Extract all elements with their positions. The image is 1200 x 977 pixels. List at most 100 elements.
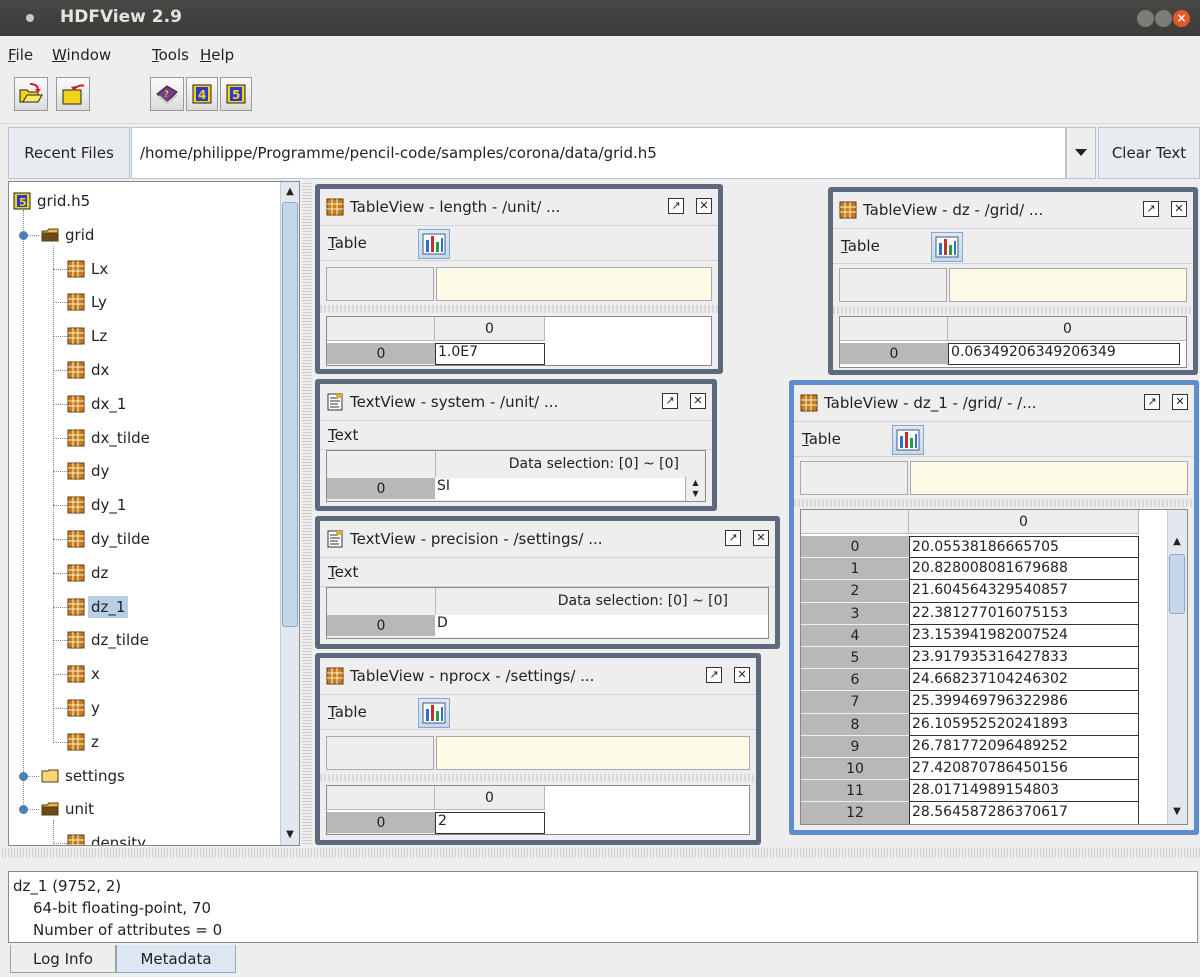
cell-value-field[interactable] xyxy=(436,736,750,770)
cell-value-field[interactable] xyxy=(436,267,712,301)
menu-tools[interactable]: Tools xyxy=(152,46,189,64)
tree-item-dz-1[interactable]: dz_1 xyxy=(67,592,129,622)
tableview-nprocx-window[interactable]: TableView - nprocx - /settings/ ... ↗ ✕ T… xyxy=(315,653,761,845)
close-frame-icon[interactable]: ✕ xyxy=(696,198,712,214)
tableview-dz1-window[interactable]: TableView - dz_1 - /grid/ - /... ↗ ✕ Tabl… xyxy=(789,380,1199,835)
recent-files-button[interactable]: Recent Files xyxy=(8,127,130,179)
scroll-down-icon[interactable]: ▼ xyxy=(282,827,298,843)
close-frame-icon[interactable]: ✕ xyxy=(1171,201,1187,217)
tree-item-lx[interactable]: Lx xyxy=(67,254,111,284)
frame-title-bar[interactable]: TextView - system - /unit/ ... ↗ ✕ xyxy=(320,384,712,420)
app-menu-dot-icon[interactable] xyxy=(26,14,34,22)
menu-table[interactable]: Table xyxy=(328,234,367,252)
split-pane-divider[interactable] xyxy=(302,181,312,846)
frame-title-bar[interactable]: TableView - nprocx - /settings/ ... ↗ ✕ xyxy=(320,658,756,694)
tree-item-grid[interactable]: grid xyxy=(41,220,97,250)
frame-title-bar[interactable]: TableView - dz - /grid/ ... ↗ ✕ xyxy=(833,192,1193,228)
tree-item-z[interactable]: z xyxy=(67,727,102,757)
table-cell[interactable]: 22.381277016075153 xyxy=(909,602,1139,625)
chart-icon[interactable] xyxy=(931,232,963,262)
tree-root[interactable]: 5 grid.h5 xyxy=(13,186,93,216)
open-file-button[interactable] xyxy=(14,77,48,111)
close-window-button[interactable]: × xyxy=(1173,10,1190,27)
tree-item-y[interactable]: y xyxy=(67,693,103,723)
table-cell[interactable]: 27.420870786450156 xyxy=(909,758,1139,781)
textview-system-window[interactable]: TextView - system - /unit/ ... ↗ ✕ Text D… xyxy=(315,379,717,511)
maximize-frame-icon[interactable]: ↗ xyxy=(1143,201,1159,217)
menu-help[interactable]: Help xyxy=(200,46,234,64)
textview-precision-window[interactable]: TextView - precision - /settings/ ... ↗ ✕… xyxy=(315,516,780,649)
tree-item-dx-1[interactable]: dx_1 xyxy=(67,389,129,419)
frame-title-bar[interactable]: TextView - precision - /settings/ ... ↗ ✕ xyxy=(320,521,775,557)
tree-item-dy[interactable]: dy xyxy=(67,456,112,486)
spinner-icon[interactable]: ▲ ▼ xyxy=(685,477,705,501)
clear-text-button[interactable]: Clear Text xyxy=(1098,127,1200,179)
cell-value-field[interactable] xyxy=(949,268,1187,302)
table-cell[interactable]: 26.781772096489252 xyxy=(909,735,1139,758)
close-frame-icon[interactable]: ✕ xyxy=(734,667,750,683)
menu-window[interactable]: Window xyxy=(52,46,111,64)
data-table[interactable]: 0 0 2 xyxy=(326,785,750,835)
tree-item-x[interactable]: x xyxy=(67,659,103,689)
menu-file[interactable]: File xyxy=(8,46,33,64)
menu-table[interactable]: Table xyxy=(802,430,841,448)
maximize-frame-icon[interactable]: ↗ xyxy=(725,530,741,546)
tab-log-info[interactable]: Log Info xyxy=(10,945,116,973)
tree-item-lz[interactable]: Lz xyxy=(67,321,110,351)
file-tree[interactable]: 5 grid.h5 grid Lx Ly Lz dx dx_1 dx_tilde dy dy_1 dy… xyxy=(8,181,300,846)
maximize-frame-icon[interactable]: ↗ xyxy=(662,393,678,409)
tree-item-unit[interactable]: unit xyxy=(41,794,97,824)
text-cell[interactable]: D xyxy=(435,615,768,637)
maximize-button[interactable] xyxy=(1155,10,1172,27)
table-cell[interactable]: 21.604564329540857 xyxy=(909,580,1139,603)
tree-item-settings[interactable]: settings xyxy=(41,761,128,791)
file-path-combo[interactable]: /home/philippe/Programme/pencil-code/sam… xyxy=(131,127,1066,179)
tree-scroll-thumb[interactable] xyxy=(282,202,298,627)
table-cell[interactable]: 20.828008081679688 xyxy=(909,558,1139,581)
hdf4-library-button[interactable]: 4 xyxy=(186,77,218,111)
cell-value-field[interactable] xyxy=(910,461,1188,495)
tree-item-dz[interactable]: dz xyxy=(67,558,111,588)
data-table[interactable]: 0 0 1.0E7 xyxy=(326,316,712,366)
close-frame-icon[interactable]: ✕ xyxy=(1172,394,1188,410)
maximize-frame-icon[interactable]: ↗ xyxy=(1144,394,1160,410)
table-cell[interactable]: 0.06349206349206349 xyxy=(948,343,1180,365)
horizontal-split-divider[interactable] xyxy=(0,848,1200,858)
tree-scrollbar[interactable]: ▲ ▼ xyxy=(280,182,299,845)
chevron-down-icon[interactable] xyxy=(1066,127,1096,179)
scroll-up-icon[interactable]: ▲ xyxy=(1169,534,1185,550)
table-cell[interactable]: 24.668237104246302 xyxy=(909,669,1139,692)
maximize-frame-icon[interactable]: ↗ xyxy=(668,198,684,214)
tree-item-ly[interactable]: Ly xyxy=(67,287,110,317)
text-table[interactable]: Data selection: [0] ~ [0] 0 SI ▲ ▼ xyxy=(326,450,706,502)
chart-icon[interactable] xyxy=(418,229,450,259)
tableview-length-window[interactable]: TableView - length - /unit/ ... ↗ ✕ Table… xyxy=(315,184,723,374)
menu-table[interactable]: Table xyxy=(841,237,880,255)
table-cell[interactable]: 26.105952520241893 xyxy=(909,713,1139,736)
text-table[interactable]: Data selection: [0] ~ [0] 0 D xyxy=(326,587,769,639)
close-frame-icon[interactable]: ✕ xyxy=(690,393,706,409)
help-button[interactable]: ? xyxy=(150,77,184,111)
data-table[interactable]: 0 0 20.05538186665705 1 20.828008081679688 2… xyxy=(800,509,1188,825)
table-cell[interactable]: 23.153941982007524 xyxy=(909,624,1139,647)
menu-table[interactable]: Table xyxy=(328,703,367,721)
table-scrollbar[interactable]: ▲ ▼ xyxy=(1167,510,1187,824)
scroll-up-icon[interactable]: ▲ xyxy=(282,184,298,200)
table-cell[interactable]: 23.917935316427833 xyxy=(909,647,1139,670)
table-cell[interactable]: 28.01714989154803 xyxy=(909,780,1139,803)
title-bar[interactable]: HDFView 2.9 × xyxy=(0,0,1200,36)
tree-item-density[interactable]: density xyxy=(67,828,149,845)
chart-icon[interactable] xyxy=(418,698,450,728)
close-frame-icon[interactable]: ✕ xyxy=(753,530,769,546)
frame-title-bar[interactable]: TableView - length - /unit/ ... ↗ ✕ xyxy=(320,189,718,225)
table-cell[interactable]: 2 xyxy=(435,812,545,834)
menu-text[interactable]: Text xyxy=(328,426,358,444)
minimize-button[interactable] xyxy=(1137,10,1154,27)
menu-text[interactable]: Text xyxy=(328,563,358,581)
tree-item-dy-1[interactable]: dy_1 xyxy=(67,490,129,520)
frame-title-bar[interactable]: TableView - dz_1 - /grid/ - /... ↗ ✕ xyxy=(794,385,1194,421)
table-scroll-thumb[interactable] xyxy=(1169,554,1185,614)
table-cell[interactable]: 25.399469796322986 xyxy=(909,691,1139,714)
table-cell[interactable]: 20.05538186665705 xyxy=(909,536,1139,559)
tree-item-dz-tilde[interactable]: dz_tilde xyxy=(67,625,152,655)
